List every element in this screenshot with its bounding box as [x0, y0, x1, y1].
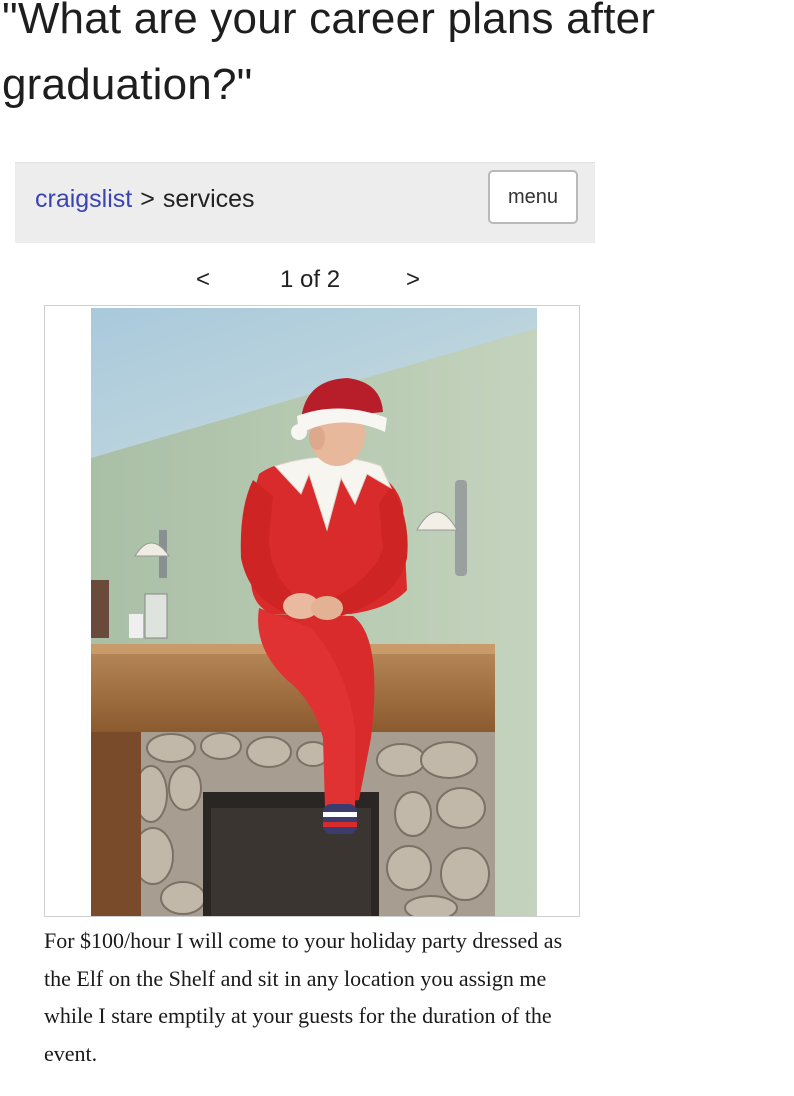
image-count: 1 of 2: [280, 266, 341, 293]
craigslist-header: craigslist > services menu: [15, 162, 595, 243]
breadcrumb-craigslist-link[interactable]: craigslist: [35, 185, 132, 213]
prev-image-button[interactable]: <: [196, 266, 210, 294]
listing-photo-frame[interactable]: [44, 305, 580, 917]
listing-photo: [91, 308, 537, 916]
next-image-button[interactable]: >: [406, 266, 420, 294]
breadcrumb-services-link[interactable]: services: [163, 185, 255, 213]
menu-button[interactable]: menu: [488, 170, 578, 224]
breadcrumb: craigslist > services: [35, 185, 255, 214]
meme-caption: "What are your career plans after gradua…: [2, 0, 656, 109]
listing-description: For $100/hour I will come to your holida…: [44, 928, 563, 1066]
breadcrumb-separator: >: [140, 185, 155, 213]
image-pager: < 1 of 2 >: [0, 262, 794, 302]
